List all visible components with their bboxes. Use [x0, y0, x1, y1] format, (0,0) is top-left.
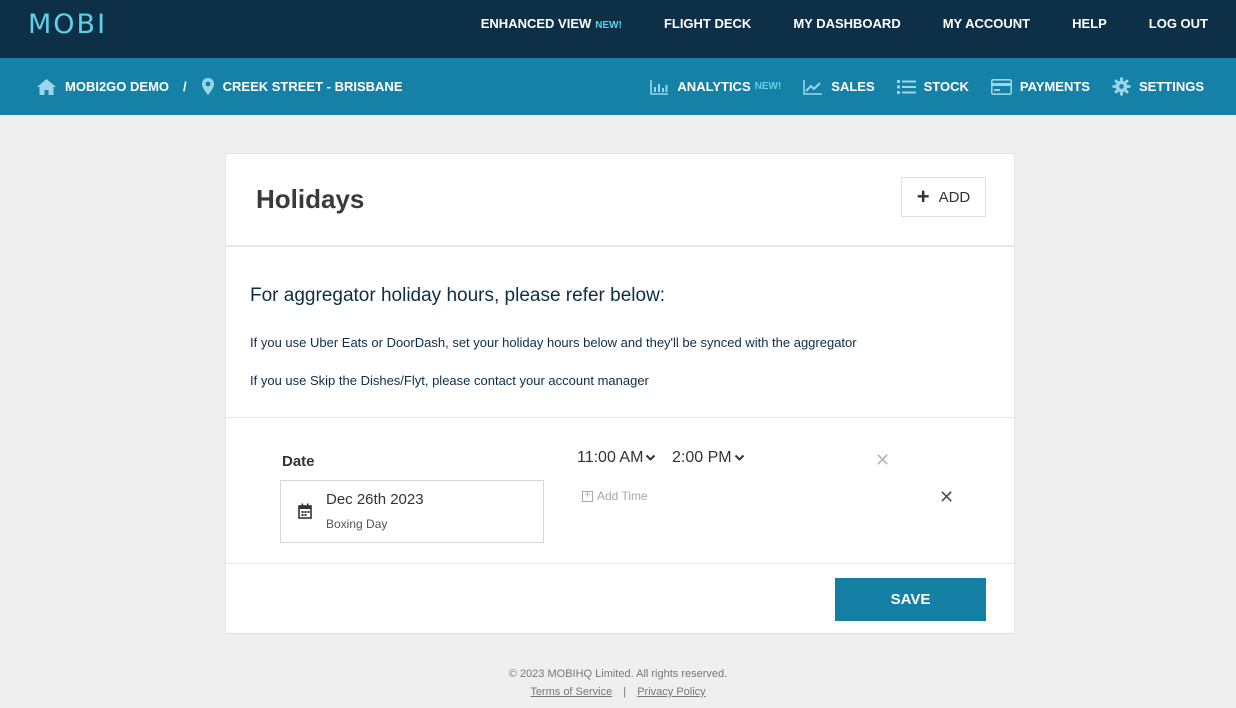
subnav-settings-label: SETTINGS — [1138, 79, 1204, 94]
breadcrumb: MOBI2GO DEMO / CREEK STREET - BRISBANE — [36, 58, 403, 115]
nav-my-account[interactable]: MY ACCOUNT — [943, 16, 1030, 31]
top-nav: ENHANCED VIEW NEW! FLIGHT DECK MY DASHBO… — [439, 0, 1208, 46]
subnav-analytics[interactable]: ANALYTICS NEW! — [650, 79, 781, 95]
subnav-payments[interactable]: PAYMENTS — [990, 78, 1090, 95]
top-bar: MOBI ENHANCED VIEW NEW! FLIGHT DECK MY D… — [0, 0, 1236, 58]
privacy-policy-link[interactable]: Privacy Policy — [637, 686, 705, 698]
mobi-logo[interactable]: MOBI — [28, 9, 107, 40]
add-holiday-button[interactable]: + ADD — [901, 177, 986, 217]
end-time-value: 2:00 PM — [672, 449, 732, 466]
chevron-down-icon — [734, 454, 744, 461]
aggregator-info: For aggregator holiday hours, please ref… — [250, 285, 990, 388]
add-time-label: Add Time — [597, 489, 648, 503]
new-badge: NEW! — [754, 81, 782, 92]
holiday-date-value: Dec 26th 2023 — [326, 491, 424, 508]
start-time-value: 11:00 AM — [577, 449, 644, 466]
aggregator-info-uber-doordash: If you use Uber Eats or DoorDash, set yo… — [250, 335, 857, 350]
plus-square-icon: + — [582, 490, 593, 502]
breadcrumb-store-label: CREEK STREET - BRISBANE — [222, 79, 403, 94]
holiday-date-picker[interactable]: Dec 26th 2023 Boxing Day — [280, 480, 544, 543]
breadcrumb-separator: / — [183, 79, 187, 94]
footer-links: Terms of Service | Privacy Policy — [0, 686, 1236, 698]
bar-chart-icon — [650, 79, 669, 95]
holiday-name: Boxing Day — [326, 517, 388, 531]
subnav-sales-label: SALES — [831, 79, 875, 94]
divider — [226, 417, 1014, 418]
line-chart-icon — [803, 79, 823, 95]
save-button[interactable]: SAVE — [835, 578, 986, 621]
date-label: Date — [282, 453, 315, 470]
nav-help[interactable]: HELP — [1072, 16, 1107, 31]
home-icon — [37, 78, 56, 95]
subnav-sales[interactable]: SALES — [803, 79, 875, 95]
subnav-payments-label: PAYMENTS — [1019, 79, 1090, 94]
add-holiday-label: ADD — [938, 188, 971, 206]
nav-enhanced-view-label: ENHANCED VIEW — [480, 15, 592, 31]
nav-enhanced-view[interactable]: ENHANCED VIEW NEW! — [481, 16, 622, 31]
location-pin-icon — [201, 78, 214, 95]
gear-icon — [1112, 77, 1131, 96]
sub-nav: ANALYTICS NEW! SALES STOCK PAYMENTS SETT… — [628, 58, 1204, 115]
page-title: Holidays — [256, 184, 365, 214]
add-time-button[interactable]: + Add Time — [582, 489, 648, 503]
breadcrumb-org-label: MOBI2GO DEMO — [65, 79, 170, 94]
holidays-card: Holidays + ADD For aggregator holiday ho… — [225, 153, 1015, 634]
credit-card-icon — [990, 78, 1012, 95]
chevron-down-icon — [646, 454, 656, 461]
breadcrumb-store[interactable]: CREEK STREET - BRISBANE — [201, 77, 403, 96]
sub-bar: MOBI2GO DEMO / CREEK STREET - BRISBANE A… — [0, 58, 1236, 115]
aggregator-info-skip-flyt: If you use Skip the Dishes/Flyt, please … — [250, 373, 649, 388]
calendar-icon — [298, 503, 312, 519]
subnav-analytics-label: ANALYTICS — [677, 79, 751, 94]
subnav-stock[interactable]: STOCK — [896, 79, 969, 95]
breadcrumb-org[interactable]: MOBI2GO DEMO — [36, 78, 169, 96]
divider — [226, 563, 1014, 564]
list-icon — [896, 79, 916, 94]
plus-icon: + — [916, 184, 930, 209]
nav-flight-deck[interactable]: FLIGHT DECK — [664, 16, 751, 31]
aggregator-info-heading: For aggregator holiday hours, please ref… — [250, 285, 666, 306]
nav-log-out[interactable]: LOG OUT — [1149, 16, 1208, 31]
start-time-select[interactable]: 11:00 AM — [577, 449, 656, 467]
terms-of-service-link[interactable]: Terms of Service — [530, 686, 612, 698]
remove-holiday-icon[interactable]: ✕ — [939, 487, 954, 508]
holidays-card-header: Holidays + ADD — [226, 154, 1014, 247]
nav-my-dashboard[interactable]: MY DASHBOARD — [793, 16, 900, 31]
footer-copyright: © 2023 MOBIHQ Limited. All rights reserv… — [508, 668, 728, 680]
end-time-select[interactable]: 2:00 PM — [672, 449, 745, 467]
remove-time-slot-icon[interactable]: ✕ — [875, 450, 890, 471]
new-badge: NEW! — [595, 19, 622, 31]
footer-separator: | — [623, 686, 627, 698]
subnav-stock-label: STOCK — [923, 79, 969, 94]
subnav-settings[interactable]: SETTINGS — [1112, 77, 1204, 96]
